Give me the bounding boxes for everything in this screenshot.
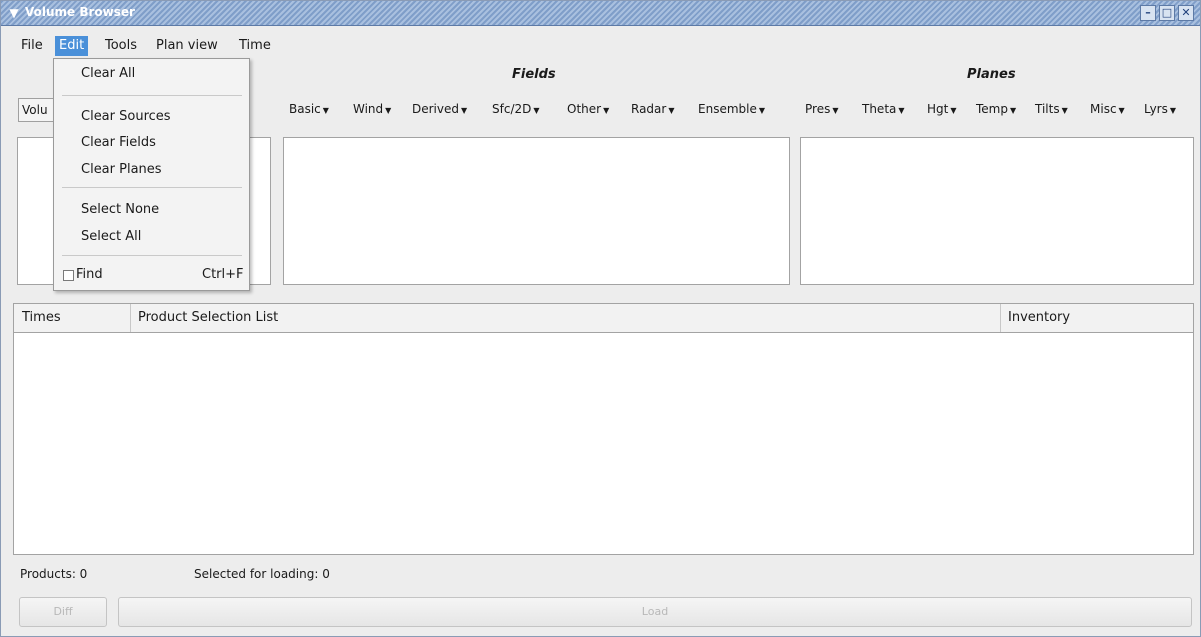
chevron-down-icon[interactable]: ▼ (7, 6, 21, 20)
column-product-selection-list[interactable]: Product Selection List (138, 304, 278, 332)
close-icon[interactable]: ✕ (1178, 5, 1194, 21)
menu-separator (62, 187, 242, 188)
menu-item-clear-all[interactable]: Clear All (81, 66, 135, 81)
menu-file[interactable]: File (17, 36, 47, 56)
column-divider (130, 304, 131, 332)
menu-radar[interactable]: Radar ▼ (631, 102, 675, 116)
menu-item-select-none[interactable]: Select None (81, 202, 159, 217)
planes-list[interactable] (800, 137, 1194, 285)
menu-edit[interactable]: Edit (55, 36, 89, 56)
find-accelerator: Ctrl+F (202, 267, 244, 282)
menu-item-select-all[interactable]: Select All (81, 229, 141, 244)
menu-basic[interactable]: Basic ▼ (289, 102, 329, 116)
menu-time[interactable]: Time (235, 36, 275, 56)
load-button[interactable]: Load (118, 597, 1192, 627)
product-table-header: Times Product Selection List Inventory (13, 303, 1194, 333)
find-checkbox[interactable] (63, 270, 74, 281)
minimize-icon[interactable]: – (1140, 5, 1156, 21)
diff-button[interactable]: Diff (19, 597, 107, 627)
menu-lyrs[interactable]: Lyrs ▼ (1144, 102, 1176, 116)
window-title: Volume Browser (25, 5, 135, 19)
menu-other[interactable]: Other ▼ (567, 102, 609, 116)
menu-temp[interactable]: Temp ▼ (976, 102, 1016, 116)
menu-item-clear-sources[interactable]: Clear Sources (81, 109, 171, 124)
menu-item-find[interactable]: Find (76, 267, 103, 282)
menu-plan-view[interactable]: Plan view (152, 36, 222, 56)
volume-browser-window: ▼ Volume Browser – □ ✕ File Edit Tools P… (0, 0, 1201, 637)
menu-item-clear-planes[interactable]: Clear Planes (81, 162, 162, 177)
column-inventory[interactable]: Inventory (1008, 304, 1070, 332)
menu-sfc-2d[interactable]: Sfc/2D ▼ (492, 102, 540, 116)
selected-for-loading-count: Selected for loading: 0 (194, 567, 330, 581)
planes-header: Planes (967, 67, 1016, 82)
column-divider (1000, 304, 1001, 332)
fields-header: Fields (512, 67, 556, 82)
menu-tilts[interactable]: Tilts ▼ (1035, 102, 1068, 116)
menu-derived[interactable]: Derived ▼ (412, 102, 467, 116)
fields-list[interactable] (283, 137, 790, 285)
menu-separator (62, 255, 242, 256)
menu-misc[interactable]: Misc ▼ (1090, 102, 1125, 116)
menu-bar: File Edit Tools Plan view Time (1, 34, 1200, 58)
menu-wind[interactable]: Wind ▼ (353, 102, 391, 116)
menu-tools[interactable]: Tools (101, 36, 141, 56)
volume-source-combo[interactable]: Volu (18, 98, 58, 122)
menu-ensemble[interactable]: Ensemble ▼ (698, 102, 765, 116)
menu-item-clear-fields[interactable]: Clear Fields (81, 135, 156, 150)
menu-separator (62, 95, 242, 96)
edit-menu-dropdown: Clear All Clear Sources Clear Fields Cle… (53, 58, 250, 291)
maximize-icon[interactable]: □ (1159, 5, 1175, 21)
product-selection-table[interactable] (13, 333, 1194, 555)
column-times[interactable]: Times (22, 304, 61, 332)
menu-pres[interactable]: Pres ▼ (805, 102, 839, 116)
title-bar[interactable]: ▼ Volume Browser – □ ✕ (1, 1, 1200, 26)
menu-hgt[interactable]: Hgt ▼ (927, 102, 957, 116)
menu-theta[interactable]: Theta ▼ (862, 102, 905, 116)
products-count: Products: 0 (20, 567, 88, 581)
